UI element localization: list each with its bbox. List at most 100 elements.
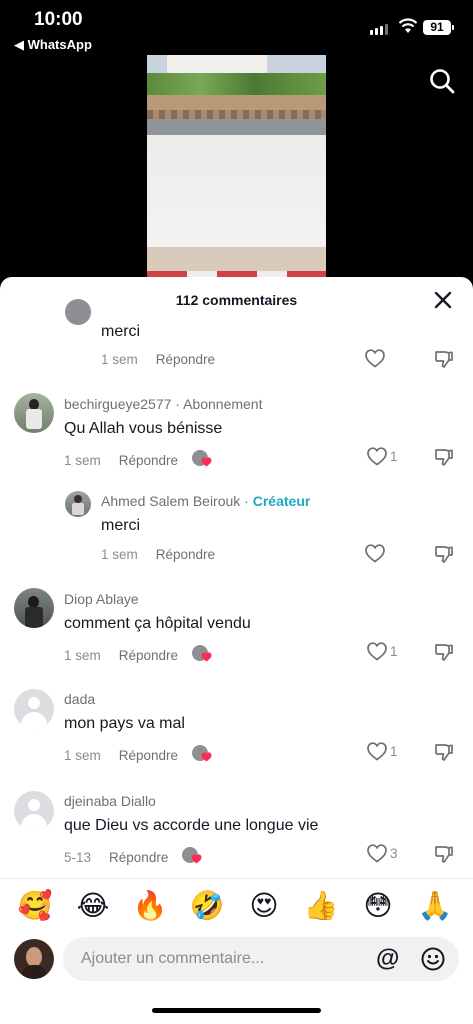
close-icon[interactable] bbox=[432, 289, 454, 311]
battery-indicator: 91 bbox=[423, 20, 454, 35]
avatar[interactable] bbox=[14, 588, 54, 628]
avatar[interactable] bbox=[65, 299, 91, 325]
heart-icon bbox=[367, 447, 387, 466]
like-count: 1 bbox=[390, 744, 398, 759]
reply-button[interactable]: Répondre bbox=[109, 850, 168, 865]
emoji-rofl-button[interactable]: 🤣 bbox=[189, 889, 225, 923]
reply-button[interactable]: Répondre bbox=[119, 748, 178, 763]
comment-author[interactable]: djeinaba Diallo bbox=[64, 793, 156, 809]
follow-status[interactable]: · Abonnement bbox=[171, 396, 262, 412]
creator-liked-badge bbox=[192, 450, 214, 470]
thumbs-down-icon[interactable] bbox=[434, 844, 454, 864]
author-separator: · bbox=[240, 493, 253, 509]
search-icon[interactable] bbox=[428, 67, 456, 95]
comment-meta: 1 sem Répondre bbox=[64, 645, 214, 665]
like-button[interactable]: 1 bbox=[367, 642, 398, 661]
creator-badge: Créateur bbox=[252, 493, 311, 509]
comment-author[interactable]: Ahmed Salem Beirouk · Créateur bbox=[101, 493, 310, 509]
comment-time: 1 sem bbox=[101, 352, 138, 367]
thumbs-down-icon[interactable] bbox=[434, 642, 454, 662]
emoji-fire-button[interactable]: 🔥 bbox=[132, 889, 168, 923]
creator-liked-badge bbox=[192, 745, 214, 765]
my-avatar[interactable] bbox=[14, 939, 54, 979]
avatar[interactable] bbox=[65, 491, 91, 517]
reply-button[interactable]: Répondre bbox=[119, 648, 178, 663]
status-time: 10:00 bbox=[34, 9, 83, 30]
reply-button[interactable]: Répondre bbox=[156, 352, 215, 367]
comment-input-row: @ bbox=[0, 934, 473, 998]
comment-text: comment ça hôpital vendu bbox=[64, 615, 251, 632]
emoji-pray-button[interactable]: 🙏 bbox=[417, 889, 453, 923]
comment-text: merci bbox=[101, 323, 141, 340]
comment-diop-ablaye: Diop Ablaye comment ça hôpital vendu 1 s… bbox=[0, 585, 473, 673]
thumbs-down-icon[interactable] bbox=[434, 447, 454, 467]
status-bar: 10:00 ◀ WhatsApp 91 bbox=[0, 0, 473, 56]
comment-meta: 1 sem Répondre bbox=[64, 450, 214, 470]
heart-icon bbox=[365, 544, 385, 563]
comment-meta: 5-13 Répondre bbox=[64, 847, 204, 867]
comment-author[interactable]: bechirgueye2577 · Abonnement bbox=[64, 396, 262, 412]
creator-liked-badge bbox=[182, 847, 204, 867]
heart-icon bbox=[201, 652, 212, 662]
comment-bechirgueye2577: bechirgueye2577 · Abonnement Qu Allah vo… bbox=[0, 391, 473, 473]
reply-button[interactable]: Répondre bbox=[119, 453, 178, 468]
comment-input[interactable] bbox=[63, 937, 459, 981]
emoji-flushed-button[interactable]: 😳 bbox=[360, 889, 396, 923]
comment-meta: 1 sem Répondre bbox=[101, 547, 215, 562]
mention-button[interactable]: @ bbox=[376, 945, 399, 973]
comment-time: 1 sem bbox=[101, 547, 138, 562]
comments-sheet: 112 commentaires merci 1 sem Répondre be… bbox=[0, 277, 473, 1024]
heart-icon bbox=[367, 844, 387, 863]
like-button[interactable]: 1 bbox=[367, 742, 398, 761]
comment-dada: dada mon pays va mal 1 sem Répondre 1 bbox=[0, 687, 473, 775]
comment-author[interactable]: dada bbox=[64, 691, 95, 707]
like-button[interactable]: 1 bbox=[367, 447, 398, 466]
back-to-whatsapp-link[interactable]: ◀ WhatsApp bbox=[14, 37, 92, 53]
video-preview[interactable] bbox=[147, 55, 326, 277]
emoji-heart-eyes-button[interactable]: 😍 bbox=[246, 889, 282, 923]
comment-meta: 1 sem Répondre bbox=[64, 745, 214, 765]
like-count: 1 bbox=[390, 449, 398, 464]
comment-text: que Dieu vs accorde une longue vie bbox=[64, 817, 319, 834]
thumbs-down-icon[interactable] bbox=[434, 742, 454, 762]
emoji-thumbs-up-button[interactable]: 👍 bbox=[303, 889, 339, 923]
smiley-icon[interactable] bbox=[421, 947, 445, 971]
like-count: 3 bbox=[390, 846, 398, 861]
thumbs-down-icon[interactable] bbox=[434, 544, 454, 564]
like-button[interactable] bbox=[365, 544, 385, 563]
comment-text: Qu Allah vous bénisse bbox=[64, 420, 223, 437]
comment-reply-creator: Ahmed Salem Beirouk · Créateur merci 1 s… bbox=[0, 489, 473, 569]
like-count: 1 bbox=[390, 644, 398, 659]
comment-time: 5-13 bbox=[64, 849, 92, 865]
home-indicator bbox=[152, 1008, 321, 1013]
wifi-icon bbox=[398, 18, 418, 33]
avatar[interactable] bbox=[14, 791, 54, 831]
comment-djeinaba-diallo: djeinaba Diallo que Dieu vs accorde une … bbox=[0, 789, 473, 877]
like-button[interactable]: 3 bbox=[367, 844, 398, 863]
comment-time: 1 sem bbox=[64, 452, 101, 468]
avatar[interactable] bbox=[14, 393, 54, 433]
avatar[interactable] bbox=[14, 689, 54, 729]
comment-reply-merci-1: merci 1 sem Répondre bbox=[0, 299, 473, 375]
reply-button[interactable]: Répondre bbox=[156, 547, 215, 562]
comment-text: mon pays va mal bbox=[64, 715, 185, 732]
cellular-signal-icon bbox=[370, 24, 388, 35]
author-name[interactable]: Ahmed Salem Beirouk bbox=[101, 493, 240, 509]
heart-icon bbox=[367, 742, 387, 761]
author-name[interactable]: bechirgueye2577 bbox=[64, 396, 171, 412]
emoji-joy-button[interactable]: 😂 bbox=[75, 889, 111, 923]
emoji-smiling-hearts-button[interactable]: 🥰 bbox=[17, 889, 53, 923]
heart-icon bbox=[191, 854, 202, 864]
comment-author[interactable]: Diop Ablaye bbox=[64, 591, 139, 607]
creator-liked-badge bbox=[192, 645, 214, 665]
comment-time: 1 sem bbox=[64, 747, 101, 763]
comment-time: 1 sem bbox=[64, 647, 101, 663]
like-button[interactable] bbox=[365, 349, 385, 368]
emoji-quick-bar: 🥰 😂 🔥 🤣 😍 👍 😳 🙏 bbox=[0, 878, 473, 934]
heart-icon bbox=[201, 752, 212, 762]
heart-icon bbox=[365, 349, 385, 368]
thumbs-down-icon[interactable] bbox=[434, 349, 454, 369]
heart-icon bbox=[201, 457, 212, 467]
heart-icon bbox=[367, 642, 387, 661]
comment-text: merci bbox=[101, 517, 141, 534]
